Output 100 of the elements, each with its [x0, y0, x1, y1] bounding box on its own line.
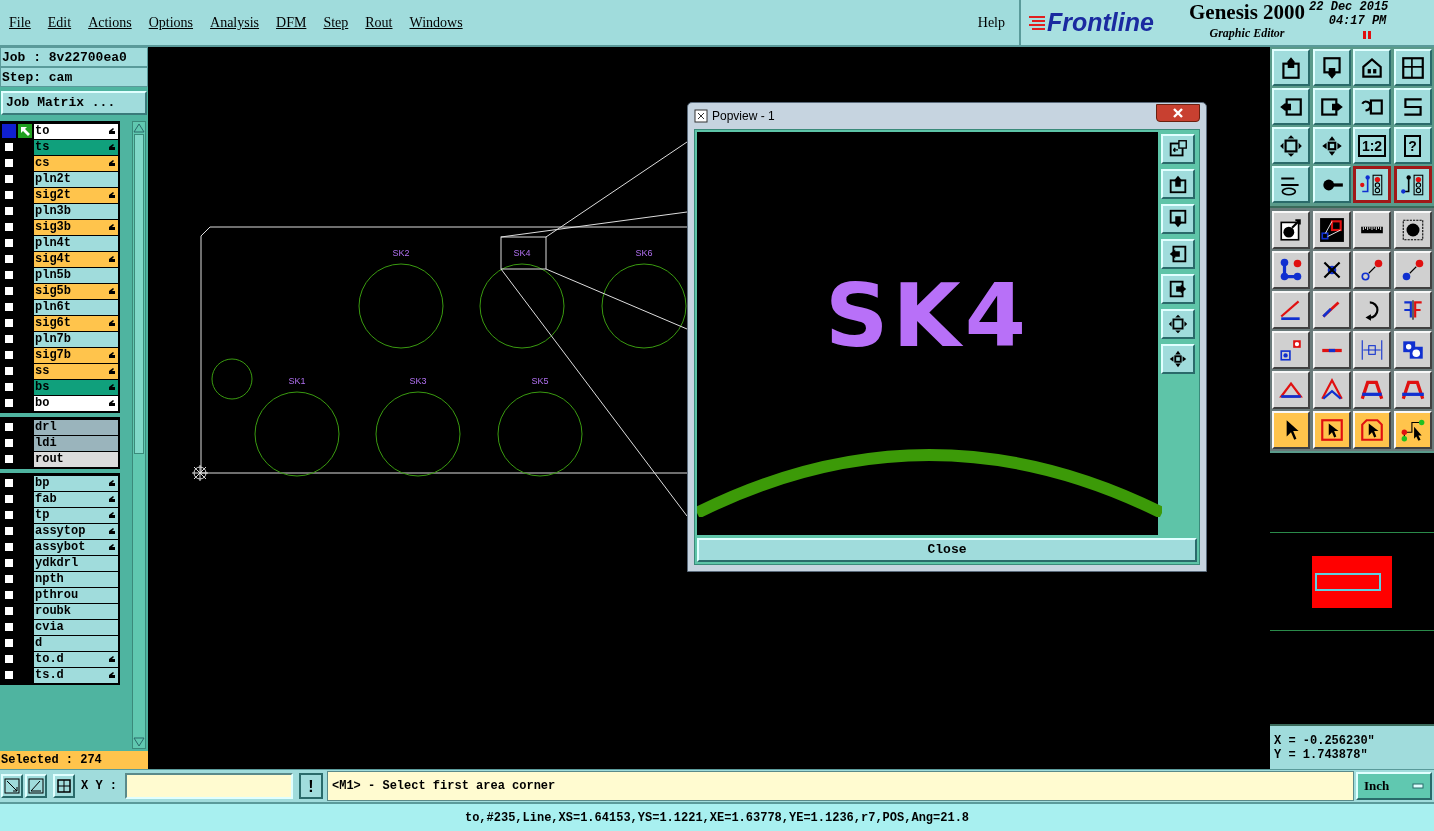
layer-name[interactable]: bp [34, 475, 118, 491]
layer-name[interactable]: to.d [34, 651, 118, 667]
edit-tool-button[interactable] [1353, 211, 1391, 249]
layer-name[interactable]: bs [34, 379, 118, 395]
layer-name[interactable]: pln5b [34, 267, 118, 283]
view-button[interactable] [1161, 169, 1195, 199]
layer-name[interactable]: pln7b [34, 331, 118, 347]
layer-checkbox[interactable] [2, 620, 16, 634]
layer-checkbox[interactable] [2, 604, 16, 618]
layer-name[interactable]: tp [34, 507, 118, 523]
alert-button[interactable]: ! [299, 773, 323, 799]
layer-name[interactable]: cvia [34, 619, 118, 635]
edit-tool-button[interactable] [1272, 331, 1310, 369]
layer-name[interactable]: pln6t [34, 299, 118, 315]
menu-item[interactable]: Windows [409, 12, 463, 33]
edit-tool-button[interactable] [1312, 411, 1351, 449]
edit-tool-button[interactable] [1393, 371, 1432, 409]
layer-name[interactable]: d [34, 635, 118, 651]
menu-item[interactable]: Options [148, 12, 194, 33]
edit-tool-button[interactable] [1312, 331, 1351, 369]
layer-checkbox[interactable] [2, 668, 16, 682]
layer-name[interactable]: sig3b [34, 219, 118, 235]
layer-name[interactable]: ts.d [34, 667, 118, 683]
layer-name[interactable]: sig6t [34, 315, 118, 331]
edit-tool-button[interactable] [1312, 291, 1351, 329]
layer-name[interactable]: ss [34, 363, 118, 379]
view-button[interactable] [1161, 204, 1195, 234]
layer-name[interactable]: pthrou [34, 587, 118, 603]
view-tool-button[interactable]: 1:2 [1353, 127, 1391, 164]
layer-checkbox[interactable] [2, 124, 16, 138]
view-button[interactable] [1161, 344, 1195, 374]
close-button[interactable]: Close [697, 538, 1197, 562]
menu-item[interactable]: Actions [88, 12, 132, 33]
edit-tool-button[interactable] [1393, 291, 1432, 329]
layer-name[interactable]: npth [34, 571, 118, 587]
edit-tool-button[interactable] [1312, 211, 1351, 249]
layer-checkbox[interactable] [2, 332, 16, 346]
layer-checkbox[interactable] [2, 636, 16, 650]
edit-tool-button[interactable] [1312, 371, 1351, 409]
snap-button[interactable] [1, 774, 23, 798]
edit-tool-button[interactable] [1393, 411, 1432, 449]
layer-checkbox[interactable] [2, 588, 16, 602]
layer-name[interactable]: cs [34, 155, 118, 171]
layer-checkbox[interactable] [2, 252, 16, 266]
view-button[interactable] [1161, 239, 1195, 269]
menu-item[interactable]: Analysis [210, 12, 260, 33]
menu-item[interactable]: Edit [47, 12, 72, 33]
layer-name[interactable]: ydkdrl [34, 555, 118, 571]
layer-checkbox[interactable] [2, 172, 16, 186]
edit-tool-button[interactable] [1312, 251, 1351, 289]
view-button[interactable] [1161, 309, 1195, 339]
layer-checkbox[interactable] [2, 452, 16, 466]
layer-checkbox[interactable] [2, 540, 16, 554]
close-button[interactable] [1156, 104, 1200, 122]
job-matrix-button[interactable]: Job Matrix ... [1, 91, 147, 115]
edit-tool-button[interactable] [1272, 291, 1310, 329]
layer-checkbox[interactable] [2, 140, 16, 154]
layer-name[interactable]: pln2t [34, 171, 118, 187]
layer-name[interactable]: fab [34, 491, 118, 507]
layer-checkbox[interactable] [2, 284, 16, 298]
edit-tool-button[interactable] [1393, 331, 1432, 369]
xy-input-field[interactable] [125, 773, 293, 799]
layer-name[interactable]: rout [34, 451, 118, 467]
angle-button[interactable] [25, 774, 47, 798]
layer-checkbox[interactable] [2, 380, 16, 394]
layer-name[interactable]: sig7b [34, 347, 118, 363]
layer-checkbox[interactable] [2, 300, 16, 314]
layer-name[interactable]: drl [34, 419, 118, 435]
layer-name[interactable]: ts [34, 139, 118, 155]
layer-checkbox[interactable] [2, 188, 16, 202]
layer-name[interactable]: ldi [34, 435, 118, 451]
edit-tool-button[interactable] [1272, 251, 1310, 289]
layer-name[interactable]: to [34, 123, 118, 139]
view-button[interactable] [1161, 274, 1195, 304]
layer-name[interactable]: pln4t [34, 235, 118, 251]
edit-tool-button[interactable] [1353, 291, 1391, 329]
menu-item[interactable]: Step [323, 12, 349, 33]
layer-checkbox[interactable] [2, 420, 16, 434]
layer-name[interactable]: bo [34, 395, 118, 411]
layer-checkbox[interactable] [2, 364, 16, 378]
layer-name[interactable]: assybot [34, 539, 118, 555]
layer-checkbox[interactable] [2, 316, 16, 330]
edit-tool-button[interactable] [1353, 411, 1391, 449]
layer-checkbox[interactable] [2, 476, 16, 490]
layer-name[interactable]: sig5b [34, 283, 118, 299]
layer-checkbox[interactable] [2, 348, 16, 362]
layer-name[interactable]: sig4t [34, 251, 118, 267]
grid-button[interactable] [53, 774, 75, 798]
menu-item[interactable]: Rout [365, 12, 393, 33]
view-button[interactable] [1161, 134, 1195, 164]
edit-tool-button[interactable] [1353, 371, 1391, 409]
edit-tool-button[interactable] [1353, 331, 1391, 369]
layer-name[interactable]: assytop [34, 523, 118, 539]
layer-checkbox[interactable] [2, 436, 16, 450]
view-tool-button[interactable]: ? [1393, 127, 1432, 164]
layer-checkbox[interactable] [2, 204, 16, 218]
layer-name[interactable]: roubk [34, 603, 118, 619]
units-dropdown[interactable]: Inch [1356, 772, 1432, 800]
edit-tool-button[interactable] [1393, 251, 1432, 289]
layer-checkbox[interactable] [2, 396, 16, 410]
